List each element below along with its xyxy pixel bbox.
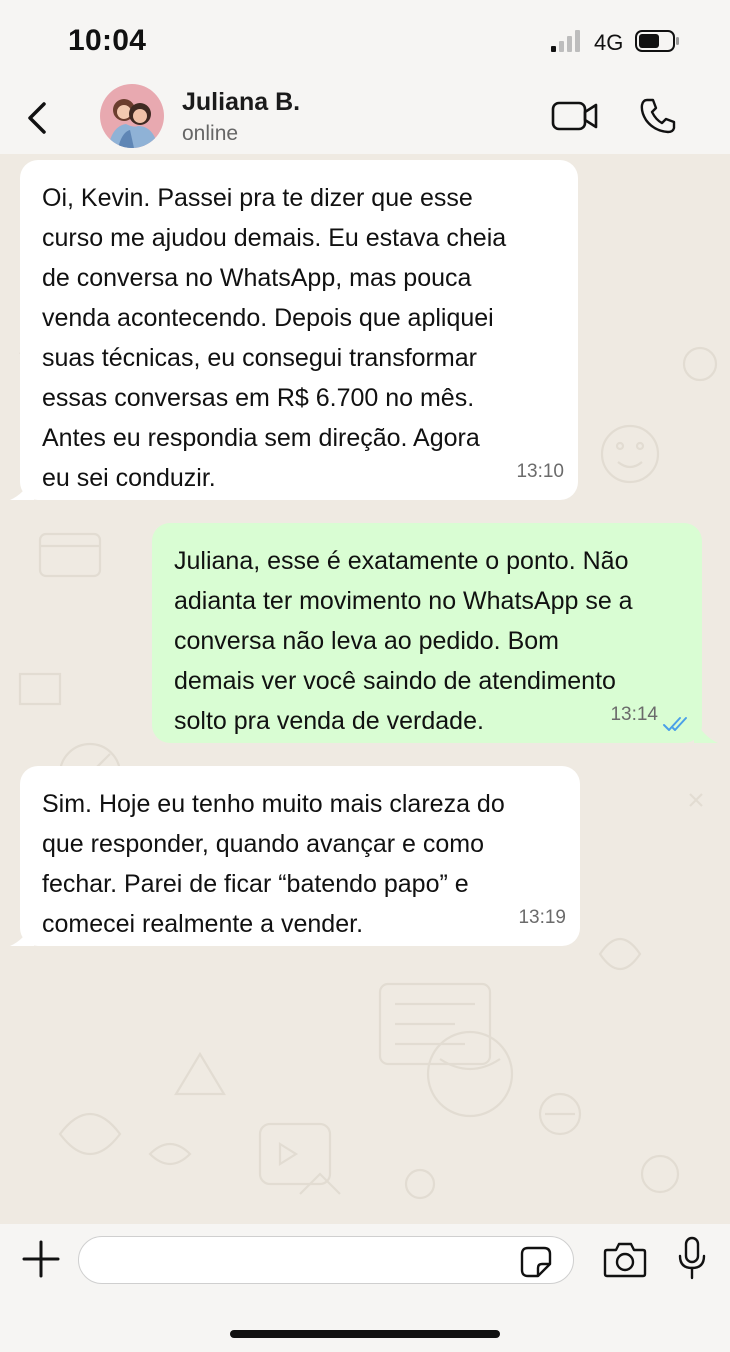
- message-text: Oi, Kevin. Passei pra te dizer que esse …: [42, 184, 507, 492]
- avatar-photo: [100, 84, 164, 148]
- chat-area[interactable]: Oi, Kevin. Passei pra te dizer que esse …: [0, 154, 730, 1224]
- camera-icon[interactable]: [603, 1240, 647, 1278]
- message-composer: [0, 1224, 730, 1352]
- video-call-icon[interactable]: [551, 98, 599, 134]
- back-arrow-icon[interactable]: [20, 98, 54, 138]
- message-input[interactable]: [78, 1236, 574, 1284]
- message-bubble-outgoing[interactable]: Juliana, esse é exatamente o ponto. Não …: [152, 523, 702, 743]
- message-time: 13:10: [516, 461, 564, 482]
- contact-name[interactable]: Juliana B.: [182, 88, 300, 117]
- contact-status: online: [182, 122, 239, 145]
- phone-icon[interactable]: [638, 96, 678, 136]
- sticker-icon[interactable]: [520, 1246, 552, 1278]
- mic-icon[interactable]: [676, 1236, 708, 1280]
- avatar[interactable]: [100, 84, 164, 148]
- read-receipt-icon: [663, 717, 687, 731]
- clock: 10:04: [68, 24, 147, 57]
- status-bar: 10:04 4G: [0, 0, 730, 80]
- message-time: 13:19: [518, 907, 566, 928]
- network-type: 4G: [594, 30, 624, 55]
- signal-icon: [551, 30, 580, 52]
- bubble-tail: [694, 719, 718, 743]
- home-indicator[interactable]: [230, 1330, 500, 1338]
- message-text: Sim. Hoje eu tenho muito mais clareza do…: [42, 790, 505, 938]
- message-bubble-incoming[interactable]: Sim. Hoje eu tenho muito mais clareza do…: [20, 766, 580, 946]
- battery-icon: [635, 30, 679, 52]
- bubble-tail: [10, 922, 34, 946]
- message-text: Juliana, esse é exatamente o ponto. Não …: [174, 547, 633, 735]
- plus-icon[interactable]: [22, 1240, 60, 1278]
- message-bubble-incoming[interactable]: Oi, Kevin. Passei pra te dizer que esse …: [20, 160, 578, 500]
- message-time: 13:14: [610, 704, 658, 725]
- bubble-tail: [10, 476, 34, 500]
- chat-header: Juliana B. online: [0, 80, 730, 154]
